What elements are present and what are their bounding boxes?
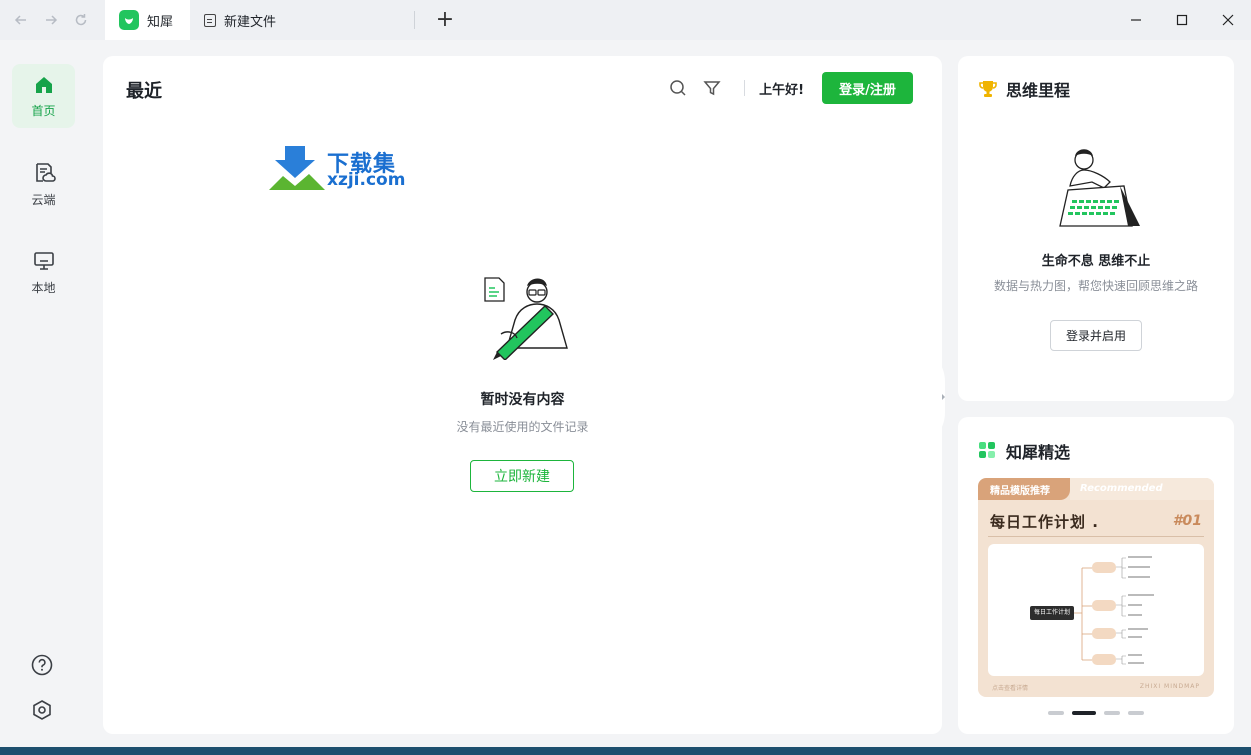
- forward-arrow-icon[interactable]: [42, 11, 60, 29]
- watermark-url: xzji.com: [327, 170, 406, 190]
- banner-footer-left: 点击查看详情: [992, 685, 1029, 692]
- home-icon: [35, 76, 52, 93]
- banner-number: #01: [1172, 513, 1202, 529]
- back-arrow-icon[interactable]: [12, 11, 30, 29]
- sidebar-item-label: 云端: [31, 192, 56, 207]
- banner-title: 每日工作计划 .: [990, 513, 1099, 531]
- empty-state-title: 暂时没有内容: [480, 392, 565, 408]
- zhixi-logo-icon: [119, 10, 139, 30]
- milestones-subtitle: 数据与热力图，帮您快速回顾思维之路: [993, 279, 1198, 293]
- minimize-icon[interactable]: [1113, 0, 1159, 40]
- carousel-dot-active[interactable]: [1072, 711, 1096, 715]
- filter-icon[interactable]: [702, 78, 722, 98]
- template-banner[interactable]: 精品模版推荐 Recommended 每日工作计划 . #01 每日工作计划 点…: [978, 478, 1214, 697]
- tab-label: 新建文件: [224, 14, 277, 30]
- desktop-background-strip: [0, 747, 1251, 755]
- cloud-doc-icon: [35, 162, 56, 182]
- login-register-button[interactable]: 登录/注册: [822, 72, 913, 104]
- milestones-card: 思维里程 生命不息 思维不止 数据与热力图，帮您快速回顾思维之路 登录并启用: [958, 56, 1234, 401]
- create-new-button[interactable]: 立即新建: [470, 460, 574, 492]
- main-panel: 最近 上午好! 登录/注册 下载集 xzji.com 暂时没有内容 没有最近使用…: [103, 56, 942, 734]
- mindmap-preview: 每日工作计划: [988, 544, 1204, 676]
- mindmap-center-node: 每日工作计划: [1033, 609, 1070, 616]
- trophy-icon: [979, 81, 997, 97]
- sidebar-item-label: 首页: [31, 103, 56, 118]
- tab-divider: [414, 11, 416, 29]
- sidebar-item-cloud[interactable]: 云端: [12, 152, 75, 216]
- grid-icon: [979, 442, 995, 458]
- banner-tag: 精品模版推荐: [978, 478, 1070, 500]
- featured-title: 知犀精选: [1006, 443, 1071, 462]
- tab-zhixi[interactable]: 知犀: [105, 0, 190, 40]
- search-icon[interactable]: [668, 78, 688, 98]
- panel-collapse-handle[interactable]: [939, 362, 949, 432]
- sidebar-item-home[interactable]: 首页: [12, 64, 75, 128]
- tab-label: 知犀: [147, 14, 174, 30]
- banner-footer-right: ZHIXI MINDMAP: [1139, 683, 1200, 690]
- document-icon: [204, 13, 216, 27]
- login-enable-button[interactable]: 登录并启用: [1050, 320, 1142, 351]
- title-bar: 知犀 新建文件 +: [0, 0, 1251, 40]
- add-tab-icon[interactable]: +: [435, 9, 455, 31]
- featured-card: 知犀精选 精品模版推荐 Recommended 每日工作计划 . #01 每日工…: [958, 417, 1234, 734]
- monitor-icon: [33, 251, 54, 270]
- page-title: 最近: [126, 81, 162, 102]
- sidebar-item-label: 本地: [31, 280, 56, 295]
- maximize-icon[interactable]: [1159, 0, 1205, 40]
- toolbar-divider: [744, 80, 746, 96]
- carousel-indicator: [1048, 711, 1144, 715]
- xzji-logo-icon: [269, 146, 325, 190]
- milestones-illustration: [1059, 149, 1140, 227]
- carousel-dot[interactable]: [1048, 711, 1064, 715]
- help-icon[interactable]: [31, 654, 53, 676]
- empty-state-subtitle: 没有最近使用的文件记录: [456, 420, 589, 434]
- settings-icon[interactable]: [31, 699, 53, 721]
- nav-buttons: [0, 11, 105, 29]
- milestones-title: 思维里程: [1006, 81, 1071, 100]
- main-toolbar: 上午好! 登录/注册: [668, 72, 913, 104]
- carousel-dot[interactable]: [1128, 711, 1144, 715]
- window-controls: [1113, 0, 1251, 40]
- left-rail: 首页 云端 本地: [0, 40, 86, 755]
- tab-new-file[interactable]: 新建文件: [190, 0, 290, 40]
- greeting-text: 上午好!: [759, 82, 804, 98]
- milestones-heading: 生命不息 思维不止: [1041, 254, 1151, 269]
- banner-divider: [988, 536, 1204, 537]
- sidebar-item-local[interactable]: 本地: [12, 240, 75, 304]
- refresh-icon[interactable]: [72, 11, 90, 29]
- carousel-dot[interactable]: [1104, 711, 1120, 715]
- mindmap-graphic: [1030, 556, 1154, 665]
- empty-state-illustration: [484, 277, 568, 360]
- close-icon[interactable]: [1205, 0, 1251, 40]
- banner-tag-en: Recommended: [1080, 483, 1163, 494]
